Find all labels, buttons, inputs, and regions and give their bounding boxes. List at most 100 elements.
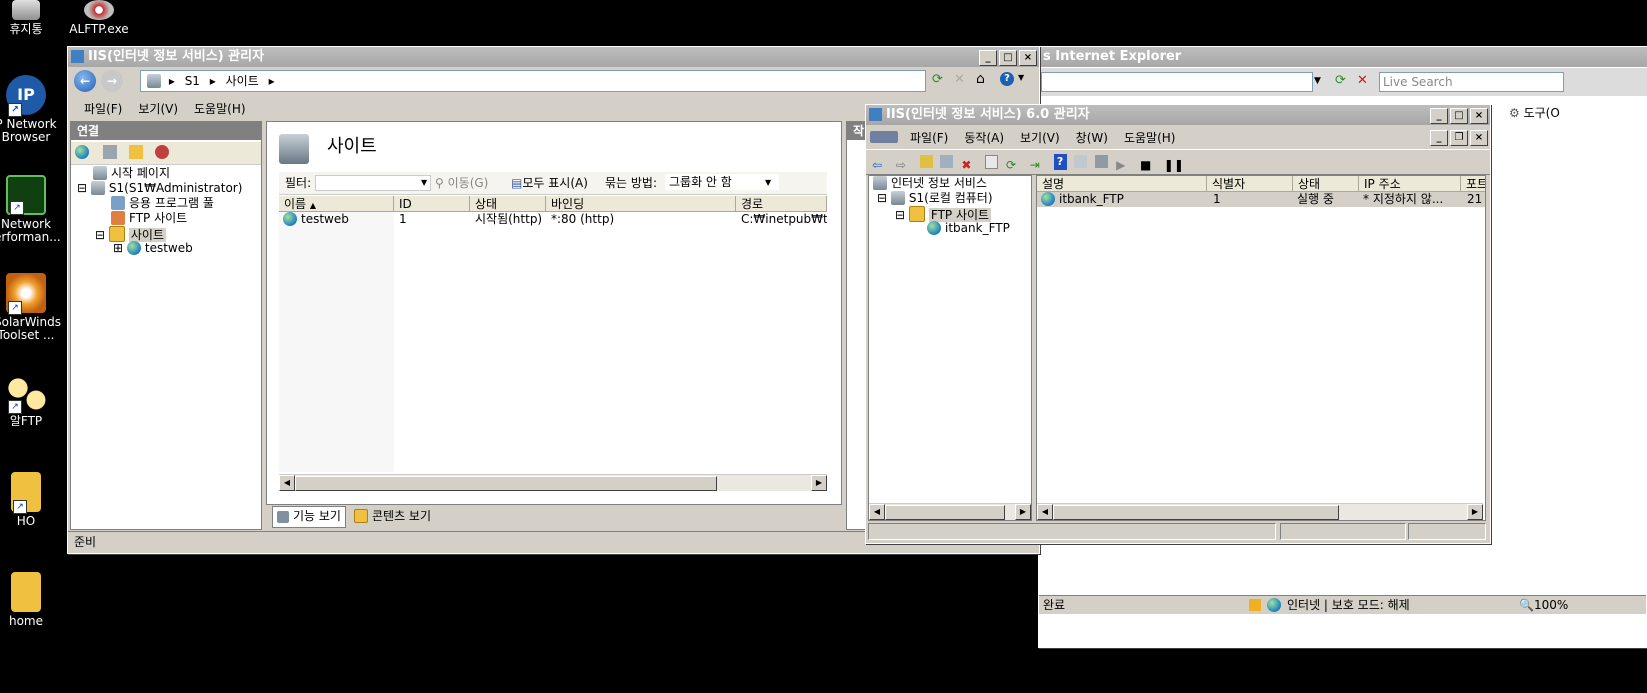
ip-network-browser-icon[interactable]: IP↗ P Network Browser	[0, 75, 58, 144]
pane-icon[interactable]	[1074, 155, 1088, 168]
col-path[interactable]: 경로	[736, 196, 827, 212]
go-button[interactable]: ⚲ 이동(G)	[435, 172, 488, 194]
show-tree-icon[interactable]	[940, 155, 954, 168]
close-button[interactable]: ×	[1019, 50, 1037, 66]
tree-app-pools[interactable]: 응용 프로그램 풀	[111, 196, 214, 211]
live-search-input[interactable]: Live Search	[1379, 72, 1564, 92]
refresh-icon[interactable]: ⟳	[932, 72, 943, 87]
maximize-button[interactable]: □	[999, 50, 1017, 66]
chevron-down-icon[interactable]: ▼	[421, 172, 427, 194]
back-icon[interactable]: ←	[74, 70, 96, 92]
group-by-select[interactable]: 그룹화 안 함	[665, 174, 779, 190]
home-icon[interactable]: ⌂	[976, 71, 985, 87]
menu-help[interactable]: 도움말(H)	[186, 100, 254, 117]
minimize-button[interactable]: _	[979, 50, 997, 66]
horizontal-scrollbar[interactable]: ◀ ▶	[1037, 503, 1483, 520]
ho-folder-icon[interactable]: ↗ HO	[0, 472, 58, 528]
horizontal-scrollbar[interactable]: ◀ ▶	[869, 503, 1031, 520]
scroll-right-icon[interactable]: ▶	[811, 475, 827, 491]
breadcrumb-server[interactable]: S1	[185, 74, 200, 88]
expand-icon[interactable]: ⊞	[113, 241, 123, 255]
stop-icon[interactable]: ✕	[954, 72, 965, 87]
tree-start-page[interactable]: 시작 페이지	[93, 166, 170, 181]
alftp-exe-icon[interactable]: ALFTP.exe	[67, 0, 131, 36]
connect-icon[interactable]	[75, 145, 93, 159]
tree-local-server[interactable]: ⊟ S1(로컬 컴퓨터)	[877, 191, 993, 206]
disconnect-icon[interactable]	[155, 145, 169, 159]
ie-zoom[interactable]: 100%	[1534, 596, 1568, 614]
tree-sites[interactable]: ⊟ 사이트	[95, 226, 167, 242]
scroll-thumb[interactable]	[885, 505, 1005, 520]
alftp-icon[interactable]: ↗ 알FTP	[0, 372, 58, 428]
scroll-thumb[interactable]	[1053, 505, 1339, 520]
tree-ftp-sites[interactable]: FTP 사이트	[111, 211, 187, 226]
col-status[interactable]: 상태	[1293, 176, 1359, 192]
recycle-bin-icon[interactable]: 휴지통	[0, 0, 58, 36]
collapse-icon[interactable]: ⊟	[95, 228, 105, 242]
computer-icon[interactable]	[1095, 155, 1109, 168]
scroll-thumb[interactable]	[295, 476, 717, 491]
menu-action[interactable]: 동작(A)	[956, 129, 1012, 146]
chevron-down-icon[interactable]: ▼	[1314, 73, 1328, 89]
child-minimize-button[interactable]: _	[1430, 130, 1448, 146]
back-icon[interactable]: ⇦	[872, 154, 888, 172]
col-ip[interactable]: IP 주소	[1359, 176, 1461, 192]
show-all-button[interactable]: ▤모두 표시(A)	[511, 172, 588, 194]
col-id[interactable]: ID	[394, 196, 470, 212]
menu-view[interactable]: 보기(V)	[1012, 129, 1068, 146]
child-close-button[interactable]: ×	[1470, 130, 1488, 146]
chevron-down-icon[interactable]: ▼	[765, 172, 771, 194]
pause-icon[interactable]: ❚❚	[1164, 154, 1184, 172]
maximize-button[interactable]: □	[1450, 108, 1468, 124]
solarwinds-icon[interactable]: ↗ SolarWinds Toolset ...	[0, 273, 61, 342]
menu-file[interactable]: 파일(F)	[902, 129, 956, 146]
tree-itbank-ftp[interactable]: itbank_FTP	[927, 221, 1010, 236]
scroll-left-icon[interactable]: ◀	[279, 475, 295, 491]
scroll-left-icon[interactable]: ◀	[1037, 504, 1053, 520]
col-status[interactable]: 상태	[470, 196, 546, 212]
col-port[interactable]: 포트	[1461, 176, 1485, 192]
stop-icon[interactable]: ■	[1140, 154, 1156, 172]
ie-address-input[interactable]	[1041, 72, 1313, 92]
col-binding[interactable]: 바인딩	[546, 196, 736, 212]
refresh-icon[interactable]: ⟳	[1335, 73, 1351, 89]
delete-icon[interactable]: ✖	[961, 154, 977, 172]
stop-icon[interactable]: ✕	[1357, 73, 1373, 89]
menu-view[interactable]: 보기(V)	[130, 100, 186, 117]
scroll-left-icon[interactable]: ◀	[869, 504, 885, 520]
collapse-icon[interactable]: ⊟	[77, 181, 87, 195]
col-name[interactable]: 이름 ▲	[279, 196, 394, 212]
forward-icon[interactable]: ⇨	[896, 154, 912, 172]
save-icon[interactable]	[103, 145, 117, 159]
minimize-button[interactable]: _	[1430, 108, 1448, 124]
chevron-down-icon[interactable]: ▼	[1018, 73, 1024, 82]
network-performance-icon[interactable]: ↗ Network erforman...	[0, 175, 61, 244]
tree-ftp-sites[interactable]: ⊟ FTP 사이트	[895, 206, 992, 222]
scroll-right-icon[interactable]: ▶	[1015, 504, 1031, 520]
address-breadcrumb[interactable]: ▸ S1 ▸ 사이트 ▸	[140, 70, 926, 92]
collapse-icon[interactable]: ⊟	[877, 191, 887, 205]
menu-window[interactable]: 창(W)	[1068, 129, 1116, 146]
properties-icon[interactable]	[985, 154, 999, 169]
col-description[interactable]: 설명	[1037, 176, 1207, 192]
up-icon[interactable]	[919, 155, 933, 168]
content-view-tab[interactable]: 콘텐츠 보기	[350, 507, 435, 527]
child-restore-button[interactable]: ❐	[1450, 130, 1468, 146]
up-folder-icon[interactable]	[129, 145, 143, 159]
ie-tools-menu[interactable]: ⚙ 도구(O	[1509, 104, 1560, 121]
col-identifier[interactable]: 식별자	[1207, 176, 1293, 192]
feature-view-tab[interactable]: 기능 보기	[272, 506, 346, 528]
help-icon[interactable]: ?	[1053, 153, 1067, 170]
export-icon[interactable]: ⇥	[1030, 154, 1046, 172]
horizontal-scrollbar[interactable]: ◀ ▶	[279, 474, 827, 491]
menu-file[interactable]: 파일(F)	[76, 100, 130, 117]
close-button[interactable]: ×	[1470, 108, 1488, 124]
help-icon[interactable]: ?	[1000, 72, 1014, 86]
collapse-icon[interactable]: ⊟	[895, 208, 905, 222]
breadcrumb-sites[interactable]: 사이트	[226, 74, 259, 88]
play-icon[interactable]: ▶	[1116, 154, 1132, 172]
refresh-icon[interactable]: ⟳	[1006, 154, 1022, 172]
tree-iis-root[interactable]: 인터넷 정보 서비스	[873, 176, 987, 191]
menu-help[interactable]: 도움말(H)	[1116, 129, 1184, 146]
filter-input[interactable]	[315, 175, 431, 191]
